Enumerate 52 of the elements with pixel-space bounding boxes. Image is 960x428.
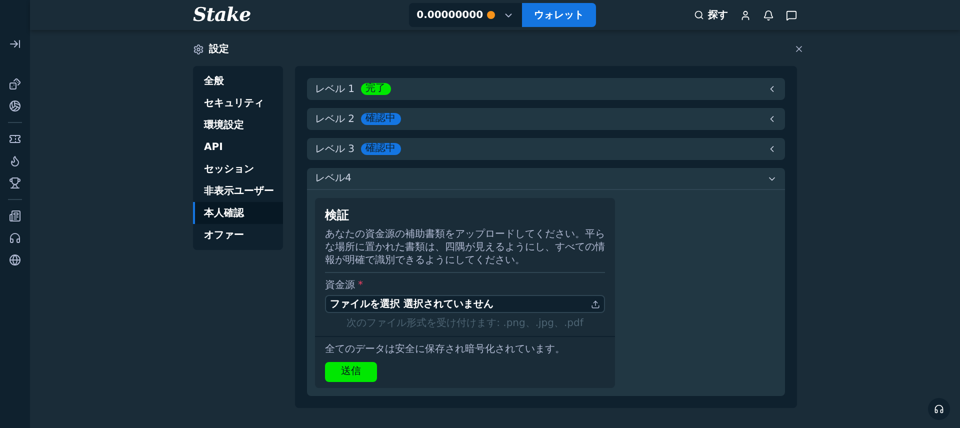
wallet-button[interactable]: ウォレット	[522, 3, 596, 27]
globe-icon[interactable]	[9, 254, 21, 266]
flame-icon[interactable]	[9, 155, 21, 167]
trophy-icon[interactable]	[9, 177, 21, 189]
support-button[interactable]	[928, 398, 950, 420]
bell-icon[interactable]	[763, 10, 774, 20]
ticket-icon[interactable]	[9, 133, 21, 145]
level-header[interactable]: レベル 1 完了	[307, 78, 785, 100]
balance-selector[interactable]: 0.00000000	[408, 3, 522, 27]
field-label: 資金源	[325, 279, 355, 293]
file-input[interactable]: ファイルを選択 選択されていません	[325, 295, 605, 313]
menu-item[interactable]: API	[193, 136, 283, 158]
security-note: 全てのデータは安全に保存され暗号化されています。	[325, 342, 566, 357]
chat-icon[interactable]	[786, 10, 797, 20]
close-icon[interactable]	[794, 44, 804, 54]
dice-icon[interactable]	[9, 78, 21, 90]
upload-icon	[591, 300, 600, 308]
expand-icon[interactable]	[9, 38, 21, 50]
level-header[interactable]: レベル 2 確認中	[307, 108, 785, 130]
card-description: あなたの資金源の補助書類をアップロードしてください。平らな場所に置かれた書類は、四隅が見えるようにし、すべての情報が明確で識別できるようにしてください。	[325, 228, 605, 267]
settings-icon	[193, 44, 204, 54]
menu-item[interactable]: 非表示ユーザー	[193, 180, 283, 202]
menu-item[interactable]: 全般	[193, 70, 283, 92]
status-badge: 確認中	[360, 143, 401, 155]
ball-icon[interactable]	[9, 100, 21, 112]
required-mark: *	[358, 279, 363, 293]
headphones-icon[interactable]	[9, 232, 21, 244]
level-title: レベル 3	[315, 142, 355, 156]
level-title: レベル 1	[315, 82, 355, 96]
logo[interactable]: Stake	[193, 0, 251, 30]
user-icon[interactable]	[740, 10, 751, 20]
menu-item[interactable]: 環境設定	[193, 114, 283, 136]
search-icon	[694, 10, 704, 20]
status-badge: 確認中	[360, 113, 401, 125]
status-badge: 完了	[360, 83, 391, 95]
menu-item[interactable]: セッション	[193, 158, 283, 180]
coin-icon	[487, 11, 496, 19]
search-button[interactable]: 探す	[694, 8, 728, 22]
newspaper-icon[interactable]	[9, 210, 21, 222]
file-format-hint: 次のファイル形式を受け付けます: .png、.jpg、.pdf	[346, 316, 585, 331]
level-header[interactable]: レベル4	[307, 168, 785, 190]
submit-button[interactable]: 送信	[325, 362, 377, 382]
level-title: レベル4	[315, 172, 352, 186]
menu-item[interactable]: オファー	[193, 224, 283, 246]
card-title: 検証	[325, 207, 350, 224]
level-header[interactable]: レベル 3 確認中	[307, 138, 785, 160]
page-title: 設定	[209, 42, 229, 56]
headphones-icon	[934, 404, 944, 414]
menu-item[interactable]: セキュリティ	[193, 92, 283, 114]
balance-amount: 0.00000000	[416, 8, 484, 22]
level-title: レベル 2	[315, 112, 355, 126]
menu-item[interactable]: 本人確認	[193, 202, 283, 224]
